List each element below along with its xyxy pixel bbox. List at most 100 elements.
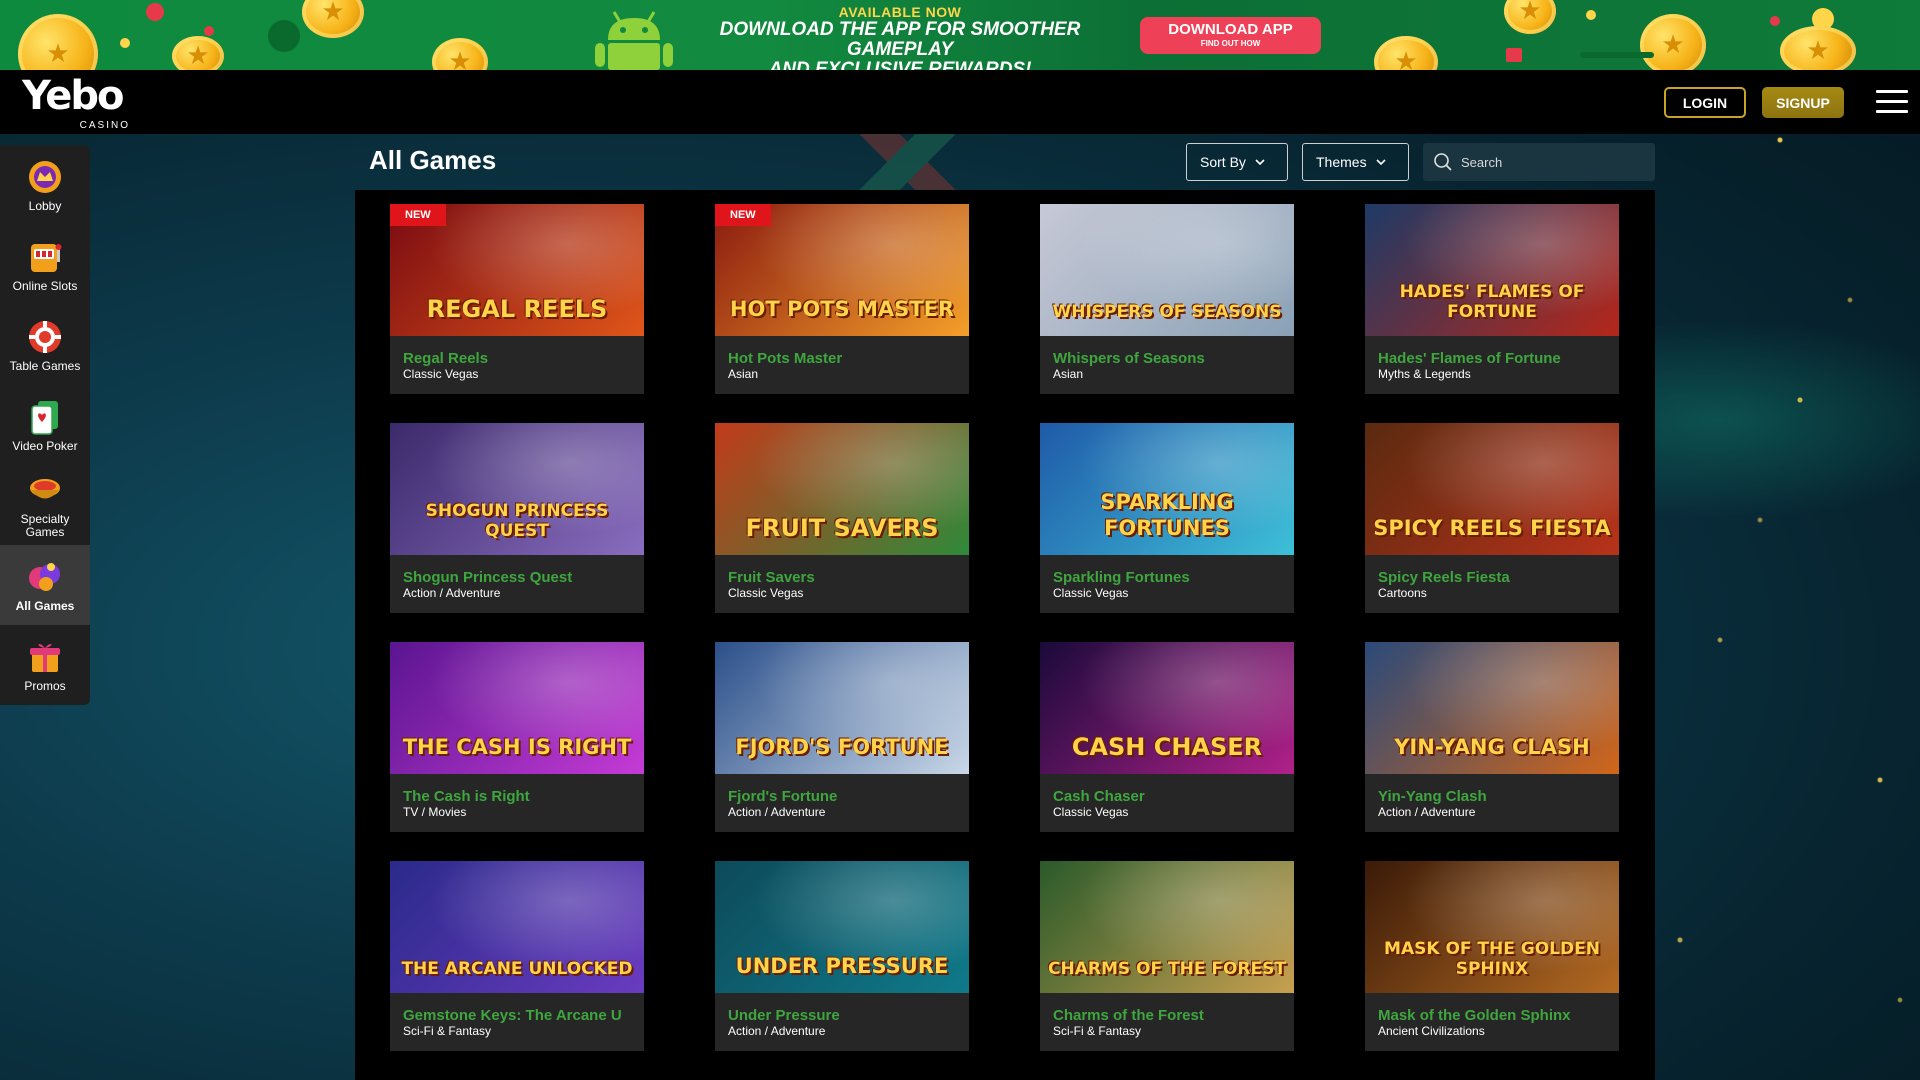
game-thumbnail[interactable]: SPICY REELS FIESTA <box>1365 423 1619 555</box>
sidebar-item-all-games[interactable]: All Games <box>0 545 90 625</box>
game-thumbnail[interactable]: CHARMS OF THE FOREST <box>1040 861 1294 993</box>
game-name[interactable]: Cash Chaser <box>1053 788 1289 805</box>
game-thumbnail[interactable]: YIN-YANG CLASH <box>1365 642 1619 774</box>
yebo-casino-logo[interactable]: Yebo CASINO <box>22 73 132 131</box>
game-name[interactable]: Hades' Flames of Fortune <box>1378 350 1614 367</box>
coin-decoration <box>18 14 98 70</box>
slot-machine-icon <box>31 243 62 272</box>
signup-button[interactable]: SIGNUP <box>1762 87 1844 118</box>
confetti-dot <box>120 38 130 48</box>
game-genre: Classic Vegas <box>403 367 479 381</box>
sort-by-dropdown[interactable]: Sort By <box>1186 143 1288 181</box>
game-card[interactable]: WHISPERS OF SEASONS Whispers of Seasons As… <box>1040 204 1294 394</box>
game-name[interactable]: Hot Pots Master <box>728 350 964 367</box>
game-genre: Myths & Legends <box>1378 367 1471 381</box>
game-thumbnail[interactable]: THE ARCANE UNLOCKED <box>390 861 644 993</box>
promo-headline-line-2: AND EXCLUSIVE REWARDS! <box>768 59 1032 71</box>
game-genre: Asian <box>1053 367 1084 381</box>
game-thumbnail[interactable]: REGAL REELS NEW <box>390 204 644 336</box>
android-icon <box>595 11 673 70</box>
game-name[interactable]: Shogun Princess Quest <box>403 569 639 586</box>
game-card[interactable]: REGAL REELS NEW Regal Reels Classic Vegas <box>390 204 644 394</box>
game-thumbnail[interactable]: SPARKLING FORTUNES <box>1040 423 1294 555</box>
promo-headline-line-1: DOWNLOAD THE APP FOR SMOOTHER GAMEPLAY <box>719 19 1081 60</box>
game-thumbnail[interactable]: FRUIT SAVERS <box>715 423 969 555</box>
download-app-button-label: DOWNLOAD APP <box>1168 21 1293 38</box>
page-title: All Games <box>369 145 497 175</box>
game-thumbnail[interactable]: SHOGUN PRINCESS QUEST <box>390 423 644 555</box>
logo-subtitle: CASINO <box>79 120 130 131</box>
game-card[interactable]: THE ARCANE UNLOCKED Gemstone Keys: The Ar… <box>390 861 644 1051</box>
game-genre: Classic Vegas <box>1053 805 1129 819</box>
sidebar-item-label: Lobby <box>28 198 62 213</box>
game-thumbnail[interactable]: CASH CHASER <box>1040 642 1294 774</box>
game-art-title: SHOGUN PRINCESS QUEST <box>425 501 609 541</box>
game-card[interactable]: SPARKLING FORTUNES Sparkling Fortunes Clas… <box>1040 423 1294 613</box>
themes-label: Themes <box>1316 154 1367 170</box>
app-download-banner[interactable]: AVAILABLE NOW DOWNLOAD THE APP FOR SMOOT… <box>0 0 1920 70</box>
game-card[interactable]: MASK OF THE GOLDEN SPHINX Mask of the Gol… <box>1365 861 1619 1051</box>
promo-text: AVAILABLE NOW DOWNLOAD THE APP FOR SMOOT… <box>680 4 1120 70</box>
coin-decoration <box>1640 14 1706 70</box>
game-card[interactable]: SHOGUN PRINCESS QUEST Shogun Princess Que… <box>390 423 644 613</box>
game-genre: Action / Adventure <box>1378 805 1476 819</box>
sidebar-item-label: All Games <box>15 598 75 613</box>
game-genre: Asian <box>728 367 759 381</box>
game-name[interactable]: Regal Reels <box>403 350 639 367</box>
sidebar-item-promos[interactable]: Promos <box>0 625 90 705</box>
game-card[interactable]: CHARMS OF THE FOREST Charms of the Forest… <box>1040 861 1294 1051</box>
game-name[interactable]: Mask of the Golden Sphinx <box>1378 1007 1614 1024</box>
game-card[interactable]: FJORD'S FORTUNE Fjord's Fortune Action / A… <box>715 642 969 832</box>
confetti-dot <box>1770 16 1780 26</box>
game-thumbnail[interactable]: HADES' FLAMES OF FORTUNE <box>1365 204 1619 336</box>
game-thumbnail[interactable]: MASK OF THE GOLDEN SPHINX <box>1365 861 1619 993</box>
all-games-icon <box>29 562 60 591</box>
download-app-button-sublabel: FIND OUT HOW <box>1200 39 1261 48</box>
game-name[interactable]: Charms of the Forest <box>1053 1007 1289 1024</box>
game-thumbnail[interactable]: THE CASH IS RIGHT <box>390 642 644 774</box>
game-art-title: FJORD'S FORTUNE <box>735 735 949 759</box>
game-name[interactable]: Whispers of Seasons <box>1053 350 1289 367</box>
sidebar-item-specialty-games[interactable]: Specialty Games <box>0 465 90 545</box>
sidebar-item-video-poker[interactable]: Video Poker <box>0 385 90 465</box>
game-name[interactable]: Fruit Savers <box>728 569 964 586</box>
login-button[interactable]: LOGIN <box>1664 87 1746 118</box>
game-thumbnail[interactable]: HOT POTS MASTER NEW <box>715 204 969 336</box>
game-genre: Sci-Fi & Fantasy <box>403 1024 492 1038</box>
game-thumbnail[interactable]: FJORD'S FORTUNE <box>715 642 969 774</box>
new-badge: NEW <box>715 204 771 226</box>
game-card[interactable]: YIN-YANG CLASH Yin-Yang Clash Action / Adv… <box>1365 642 1619 832</box>
game-card[interactable]: UNDER PRESSURE Under Pressure Action / Adv… <box>715 861 969 1051</box>
game-art-title: CHARMS OF THE FOREST <box>1048 959 1286 979</box>
game-name[interactable]: Gemstone Keys: The Arcane U <box>403 1007 639 1024</box>
game-name[interactable]: Sparkling Fortunes <box>1053 569 1289 586</box>
game-card[interactable]: FRUIT SAVERS Fruit Savers Classic Vegas <box>715 423 969 613</box>
game-card[interactable]: CASH CHASER Cash Chaser Classic Vegas <box>1040 642 1294 832</box>
download-app-button[interactable]: DOWNLOAD APP FIND OUT HOW <box>1140 17 1321 54</box>
game-thumbnail[interactable]: WHISPERS OF SEASONS <box>1040 204 1294 336</box>
game-thumbnail[interactable]: UNDER PRESSURE <box>715 861 969 993</box>
confetti-dot <box>1586 10 1596 20</box>
game-card[interactable]: THE CASH IS RIGHT The Cash is Right TV / M… <box>390 642 644 832</box>
hamburger-menu-icon[interactable] <box>1876 90 1908 114</box>
game-card[interactable]: HOT POTS MASTER NEW Hot Pots Master Asian <box>715 204 969 394</box>
confetti-dot <box>146 3 164 21</box>
sidebar-item-label: Specialty Games <box>20 512 70 539</box>
game-art-title: UNDER PRESSURE <box>735 954 949 978</box>
game-name[interactable]: Spicy Reels Fiesta <box>1378 569 1614 586</box>
logo-wordmark: Yebo <box>22 73 125 119</box>
game-card[interactable]: HADES' FLAMES OF FORTUNE Hades' Flames of… <box>1365 204 1619 394</box>
search-input[interactable] <box>1461 154 1651 170</box>
sidebar-item-online-slots[interactable]: Online Slots <box>0 225 90 305</box>
sidebar-item-lobby[interactable]: Lobby <box>0 145 90 225</box>
game-name[interactable]: Under Pressure <box>728 1007 964 1024</box>
themes-dropdown[interactable]: Themes <box>1302 143 1409 181</box>
sidebar-item-table-games[interactable]: Table Games <box>0 305 90 385</box>
game-name[interactable]: Fjord's Fortune <box>728 788 964 805</box>
game-card[interactable]: SPICY REELS FIESTA Spicy Reels Fiesta Cart… <box>1365 423 1619 613</box>
games-grid: REGAL REELS NEW Regal Reels Classic Vegas HO… <box>355 190 1655 1080</box>
game-name[interactable]: Yin-Yang Clash <box>1378 788 1614 805</box>
game-art-title: CASH CHASER <box>1071 733 1263 761</box>
game-name[interactable]: The Cash is Right <box>403 788 639 805</box>
search-box <box>1423 143 1655 181</box>
